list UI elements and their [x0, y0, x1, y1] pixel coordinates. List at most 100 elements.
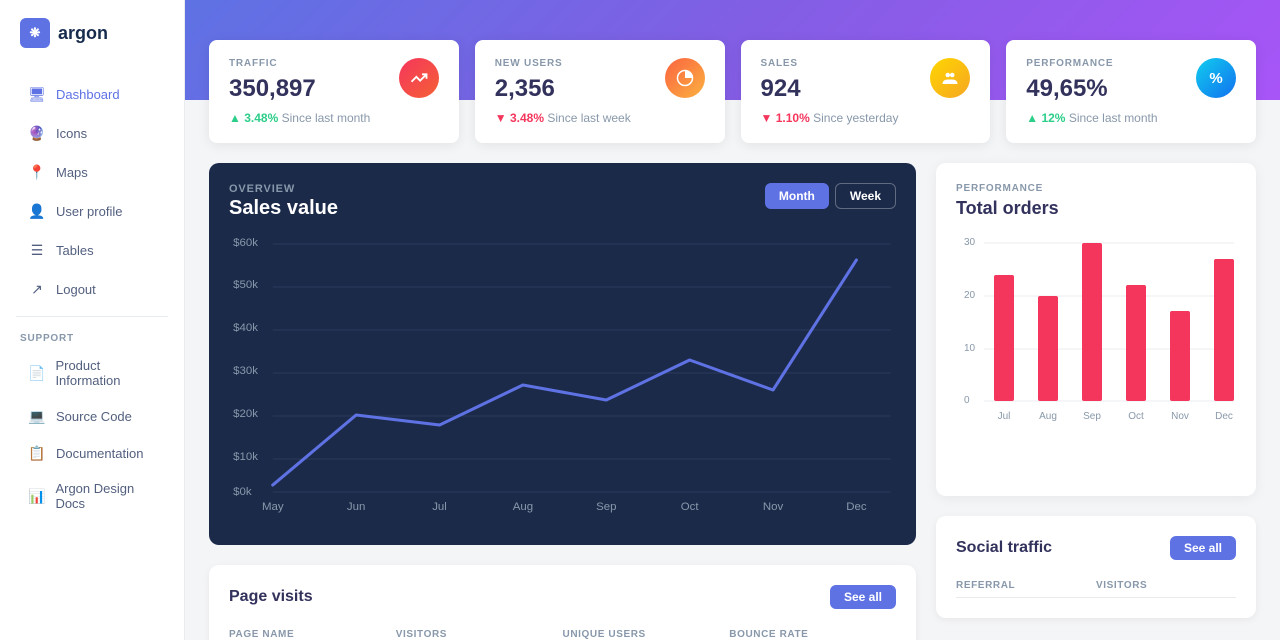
sidebar-item-userprofile[interactable]: 👤 User profile	[8, 192, 176, 230]
week-button[interactable]: Week	[835, 183, 896, 209]
sidebar-navigation: 🖥 Dashboard 🔮 Icons 📍 Maps 👤 User profil…	[0, 66, 184, 640]
sales-chart-svg: $60k $50k $40k $30k $20k $10k $0k	[229, 230, 896, 520]
svg-text:Sep: Sep	[1083, 411, 1101, 422]
svg-text:$0k: $0k	[233, 486, 252, 498]
page-visits-table-header: PAGE NAME VISITORS UNIQUE USERS BOUNCE R…	[229, 623, 896, 640]
svg-text:Oct: Oct	[681, 501, 700, 513]
product-icon: 📄	[28, 364, 45, 382]
svg-text:$60k: $60k	[233, 237, 258, 249]
sales-chart-card: OVERVIEW Sales value Month Week $60k $50…	[209, 163, 916, 545]
svg-text:Nov: Nov	[763, 501, 784, 513]
stat-card-newusers: NEW USERS 2,356 ▼ 3.48% Since last week	[475, 40, 725, 143]
sidebar-item-source-code[interactable]: 💻 Source Code	[8, 398, 176, 434]
col-referral: REFERRAL	[956, 580, 1096, 591]
sidebar-logo: ❋ argon	[0, 0, 184, 66]
svg-text:Jul: Jul	[432, 501, 447, 513]
sidebar-item-icons[interactable]: 🔮 Icons	[8, 114, 176, 152]
bar-oct	[1126, 285, 1146, 401]
content-right: PERFORMANCE Total orders 30 20 10 0	[936, 163, 1256, 640]
sidebar-item-argon-docs[interactable]: 📊 Argon Design Docs	[8, 472, 176, 520]
bar-aug	[1038, 296, 1058, 401]
logo-icon: ❋	[20, 18, 50, 48]
stat-icon-performance: %	[1196, 58, 1236, 98]
sales-chart-overview: OVERVIEW	[229, 183, 338, 195]
bar-sep	[1082, 243, 1102, 401]
sidebar-item-label: Maps	[56, 165, 88, 180]
logout-icon: ↗	[28, 280, 46, 298]
month-button[interactable]: Month	[765, 183, 829, 209]
sidebar-item-label: Source Code	[56, 409, 132, 424]
col-visitors: VISITORS	[1096, 580, 1236, 591]
sidebar-item-logout[interactable]: ↗ Logout	[8, 270, 176, 308]
stat-value-traffic: 350,897	[229, 75, 316, 103]
svg-text:30: 30	[964, 237, 976, 248]
svg-text:$20k: $20k	[233, 408, 258, 420]
stat-change-newusers: ▼ 3.48%	[495, 111, 544, 125]
svg-text:Jun: Jun	[347, 501, 365, 513]
stat-card-performance: PERFORMANCE 49,65% % ▲ 12% Since last mo…	[1006, 40, 1256, 143]
svg-text:0: 0	[964, 395, 970, 406]
stat-card-sales: SALES 924 ▼ 1.10% Since yesterday	[741, 40, 991, 143]
bar-jul	[994, 275, 1014, 401]
stat-label-performance: PERFORMANCE	[1026, 58, 1113, 69]
sidebar-divider	[16, 316, 168, 317]
stat-change-sales: ▼ 1.10%	[761, 111, 810, 125]
sidebar-item-label: Tables	[56, 243, 94, 258]
sidebar-item-documentation[interactable]: 📋 Documentation	[8, 435, 176, 471]
tables-icon: ☰	[28, 241, 46, 259]
sidebar-item-maps[interactable]: 📍 Maps	[8, 153, 176, 191]
sales-chart-btn-group: Month Week	[765, 183, 896, 209]
svg-text:Nov: Nov	[1171, 411, 1189, 422]
sidebar-item-label: Logout	[56, 282, 96, 297]
orders-overview: PERFORMANCE	[956, 183, 1236, 194]
svg-text:Dec: Dec	[1215, 411, 1233, 422]
svg-text:$40k: $40k	[233, 322, 258, 334]
maps-icon: 📍	[28, 163, 46, 181]
user-icon: 👤	[28, 202, 46, 220]
stat-change-performance: ▲ 12%	[1026, 111, 1065, 125]
page-visits-see-all[interactable]: See all	[830, 585, 896, 609]
content-left: OVERVIEW Sales value Month Week $60k $50…	[209, 163, 916, 640]
sidebar-item-label: Argon Design Docs	[55, 481, 156, 511]
sidebar-item-dashboard[interactable]: 🖥 Dashboard	[8, 75, 176, 113]
stat-since-performance: Since last month	[1069, 111, 1158, 125]
sidebar-item-label: User profile	[56, 204, 122, 219]
stat-card-traffic: TRAFFIC 350,897 ▲ 3.48% Since last month	[209, 40, 459, 143]
docs-icon: 📋	[28, 444, 46, 462]
sidebar-item-label: Dashboard	[56, 87, 120, 102]
svg-text:Aug: Aug	[1039, 411, 1057, 422]
social-traffic-card: Social traffic See all REFERRAL VISITORS	[936, 516, 1256, 618]
support-section-label: SUPPORT	[0, 325, 184, 348]
stat-value-performance: 49,65%	[1026, 75, 1113, 103]
stat-footer-performance: ▲ 12% Since last month	[1026, 111, 1236, 125]
svg-text:$50k: $50k	[233, 279, 258, 291]
page-visits-card: Page visits See all PAGE NAME VISITORS U…	[209, 565, 916, 640]
social-traffic-see-all[interactable]: See all	[1170, 536, 1236, 560]
svg-text:Sep: Sep	[596, 501, 616, 513]
svg-text:May: May	[262, 501, 284, 513]
sidebar: ❋ argon 🖥 Dashboard 🔮 Icons 📍 Maps 👤 Use…	[0, 0, 185, 640]
social-traffic-table-header: REFERRAL VISITORS	[956, 574, 1236, 598]
svg-text:20: 20	[964, 290, 976, 301]
stat-label-traffic: TRAFFIC	[229, 58, 316, 69]
sidebar-item-product-info[interactable]: 📄 Product Information	[8, 349, 176, 397]
svg-text:$10k: $10k	[233, 451, 258, 463]
stat-footer-traffic: ▲ 3.48% Since last month	[229, 111, 439, 125]
bar-dec	[1214, 259, 1234, 401]
logo-text: argon	[58, 23, 108, 44]
argon-docs-icon: 📊	[28, 487, 45, 505]
content-area: OVERVIEW Sales value Month Week $60k $50…	[185, 143, 1280, 640]
stat-icon-sales	[930, 58, 970, 98]
stat-since-sales: Since yesterday	[813, 111, 898, 125]
page-visits-title: Page visits	[229, 588, 313, 606]
icons-icon: 🔮	[28, 124, 46, 142]
svg-text:Oct: Oct	[1128, 411, 1144, 422]
orders-chart-card: PERFORMANCE Total orders 30 20 10 0	[936, 163, 1256, 496]
svg-text:$30k: $30k	[233, 365, 258, 377]
stat-change-traffic: ▲ 3.48%	[229, 111, 278, 125]
stat-label-sales: SALES	[761, 58, 801, 69]
sidebar-item-label: Icons	[56, 126, 87, 141]
sales-chart-title: Sales value	[229, 197, 338, 220]
stats-row: TRAFFIC 350,897 ▲ 3.48% Since last month…	[185, 40, 1280, 143]
sidebar-item-tables[interactable]: ☰ Tables	[8, 231, 176, 269]
